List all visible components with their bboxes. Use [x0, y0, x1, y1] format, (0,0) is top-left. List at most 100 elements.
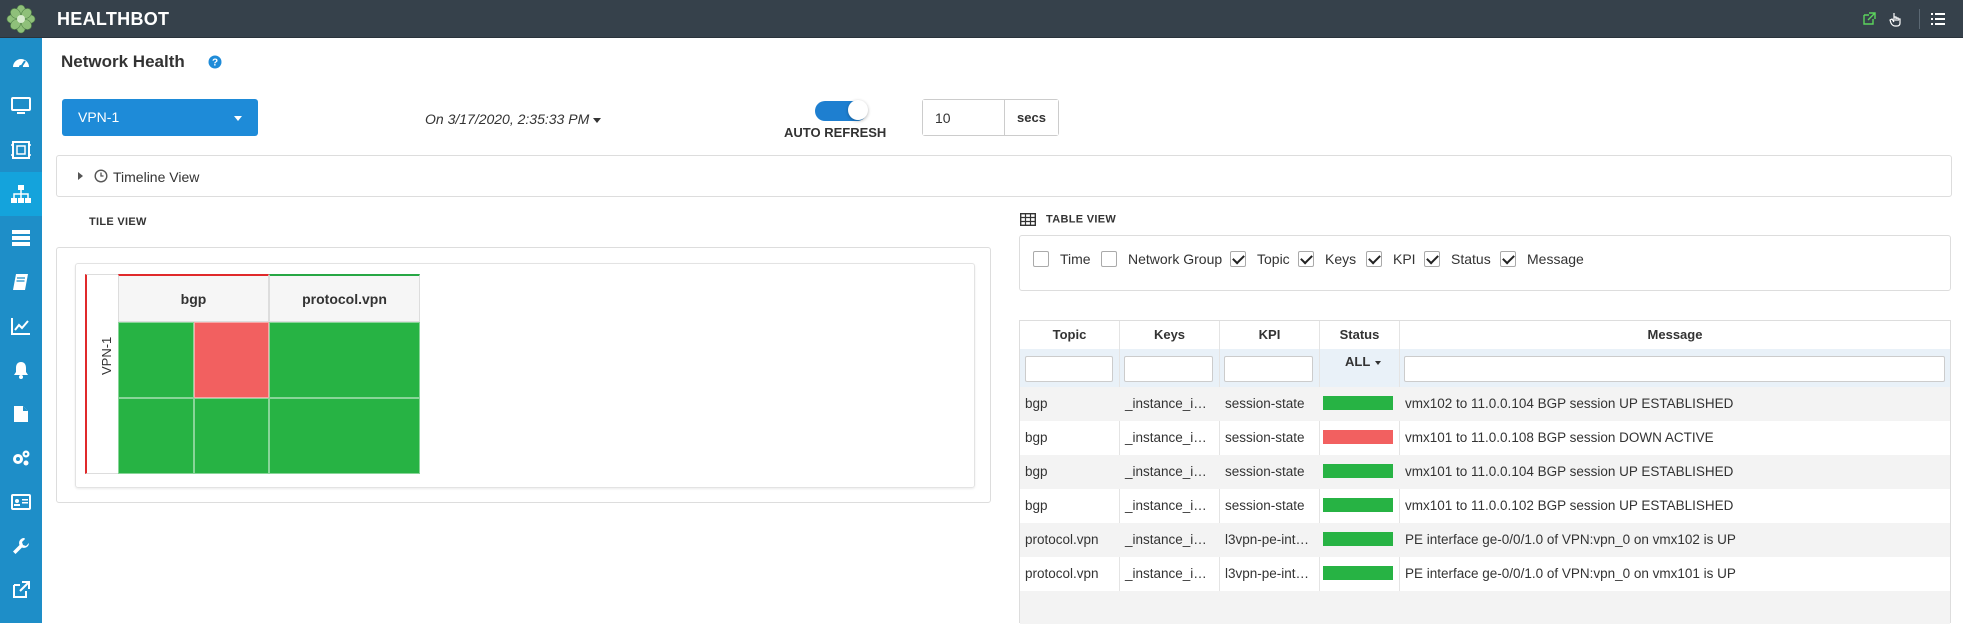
sidebar-item-device-groups[interactable]: [0, 128, 42, 172]
checkbox[interactable]: [1366, 251, 1382, 267]
sidebar-item-devices[interactable]: [0, 84, 42, 128]
tile-column-bgp[interactable]: bgp: [118, 274, 269, 322]
checkbox[interactable]: [1230, 251, 1246, 267]
topic-filter-input[interactable]: [1025, 356, 1113, 382]
table-row[interactable]: protocol.vpn _instance_i… l3vpn-pe-int… …: [1020, 523, 1950, 557]
bell-icon: [14, 362, 28, 379]
external-link-icon: [13, 581, 30, 598]
column-toggle-message[interactable]: Message: [1500, 249, 1584, 269]
toggle-knob: [848, 100, 868, 120]
table-row[interactable]: protocol.vpn _instance_i… l3vpn-pe-int… …: [1020, 557, 1950, 591]
network-group-select[interactable]: VPN-1: [62, 99, 258, 136]
cell-topic: bgp: [1025, 430, 1048, 445]
timeline-view-panel[interactable]: Timeline View: [56, 155, 1952, 197]
tile-row-label-text: VPN-1: [99, 336, 114, 375]
auto-refresh-label: AUTO REFRESH: [784, 125, 887, 140]
cell-keys: _instance_i…: [1125, 430, 1207, 445]
health-table: ALL Topic Keys KPI Status Message bgp _i…: [1019, 320, 1951, 624]
help-icon[interactable]: ?: [208, 55, 222, 69]
status-filter-value: ALL: [1345, 354, 1371, 369]
device-frame-icon: [11, 141, 31, 159]
chevron-down-icon: [593, 117, 602, 123]
pointer-hand-icon[interactable]: [1887, 10, 1905, 28]
column-header-topic[interactable]: Topic: [1020, 321, 1120, 349]
status-filter-select[interactable]: ALL: [1345, 354, 1382, 369]
page-title: Network Health: [61, 52, 185, 71]
sidebar-item-alerts[interactable]: [0, 348, 42, 392]
checkbox[interactable]: [1424, 251, 1440, 267]
table-row[interactable]: bgp _instance_i… session-state vmx101 to…: [1020, 489, 1950, 523]
tile-column-protocol-vpn[interactable]: protocol.vpn: [269, 274, 420, 322]
column-toggle-topic[interactable]: Topic: [1230, 249, 1290, 269]
sidebar-item-rules[interactable]: [0, 260, 42, 304]
cell-kpi: session-state: [1225, 464, 1305, 479]
sidebar: [0, 38, 42, 623]
kpi-filter-input[interactable]: [1224, 356, 1313, 382]
id-card-icon: [11, 494, 31, 510]
tile-cell[interactable]: [269, 322, 420, 398]
table-view-heading-text: TABLE VIEW: [1046, 213, 1117, 226]
table-row-empty: [1020, 591, 1950, 624]
tile-cell[interactable]: [118, 398, 194, 474]
checkbox[interactable]: [1101, 251, 1117, 267]
healthbot-logo[interactable]: [0, 0, 42, 38]
sidebar-item-graphs[interactable]: [0, 304, 42, 348]
column-toggle-label: Network Group: [1128, 251, 1223, 267]
refresh-interval-input[interactable]: [923, 100, 1005, 135]
sidebar-item-dashboard[interactable]: [0, 40, 42, 84]
cell-topic: bgp: [1025, 396, 1048, 411]
column-toggle-status[interactable]: Status: [1424, 249, 1491, 269]
cell-kpi: l3vpn-pe-int…: [1225, 532, 1310, 547]
sidebar-item-reports[interactable]: [0, 392, 42, 436]
clock-icon: [94, 169, 108, 183]
checkbox[interactable]: [1500, 251, 1516, 267]
column-header-kpi[interactable]: KPI: [1220, 321, 1320, 349]
refresh-interval-unit: secs: [1005, 100, 1058, 135]
sidebar-item-profiles[interactable]: [0, 480, 42, 524]
time-select[interactable]: On 3/17/2020, 2:35:33 PM: [425, 111, 602, 127]
tile-cell[interactable]: [194, 322, 269, 398]
sidebar-item-administration[interactable]: [0, 524, 42, 568]
sidebar-item-external[interactable]: [0, 568, 42, 612]
cell-keys: _instance_i…: [1125, 532, 1207, 547]
sidebar-item-network-health[interactable]: [0, 172, 42, 216]
message-filter-input[interactable]: [1404, 356, 1945, 382]
server-stack-icon: [12, 230, 30, 246]
cell-keys: _instance_i…: [1125, 464, 1207, 479]
network-group-select-value: VPN-1: [78, 109, 120, 125]
tile-view-heading: TILE VIEW: [89, 216, 147, 228]
tile-cell[interactable]: [269, 398, 420, 474]
keys-filter-input[interactable]: [1124, 356, 1213, 382]
tile-cell[interactable]: [118, 322, 194, 398]
checkbox[interactable]: [1298, 251, 1314, 267]
column-toggle-keys[interactable]: Keys: [1298, 249, 1356, 269]
external-link-icon[interactable]: [1860, 10, 1878, 28]
checkbox[interactable]: [1033, 251, 1049, 267]
table-row[interactable]: bgp _instance_i… session-state vmx101 to…: [1020, 455, 1950, 489]
status-indicator: [1323, 464, 1393, 478]
column-header-message[interactable]: Message: [1400, 321, 1950, 349]
column-toggle-network-group[interactable]: Network Group: [1101, 249, 1222, 269]
status-indicator: [1323, 532, 1393, 546]
cell-keys: _instance_i…: [1125, 566, 1207, 581]
cell-message: vmx101 to 11.0.0.104 BGP session UP ESTA…: [1405, 464, 1734, 479]
column-toggle-kpi[interactable]: KPI: [1366, 249, 1416, 269]
chart-line-icon: [11, 318, 30, 335]
column-toggle-label: Topic: [1257, 251, 1290, 267]
table-row[interactable]: bgp _instance_i… session-state vmx102 to…: [1020, 387, 1950, 421]
tile-cell[interactable]: [194, 398, 269, 474]
column-header-status[interactable]: Status: [1320, 321, 1400, 349]
timeline-view-label: Timeline View: [113, 169, 200, 185]
column-toggle-label: Time: [1060, 251, 1091, 267]
flower-logo-icon: [6, 4, 36, 34]
time-select-value: On 3/17/2020, 2:35:33 PM: [425, 111, 590, 127]
cell-kpi: l3vpn-pe-int…: [1225, 566, 1310, 581]
sidebar-item-playbooks[interactable]: [0, 216, 42, 260]
sidebar-item-settings[interactable]: [0, 436, 42, 480]
auto-refresh-toggle[interactable]: [815, 99, 868, 121]
column-toggle-time[interactable]: Time: [1033, 249, 1091, 269]
status-indicator: [1323, 396, 1393, 410]
column-header-keys[interactable]: Keys: [1120, 321, 1220, 349]
list-menu-icon[interactable]: [1929, 10, 1947, 28]
table-row[interactable]: bgp _instance_i… session-state vmx101 to…: [1020, 421, 1950, 455]
